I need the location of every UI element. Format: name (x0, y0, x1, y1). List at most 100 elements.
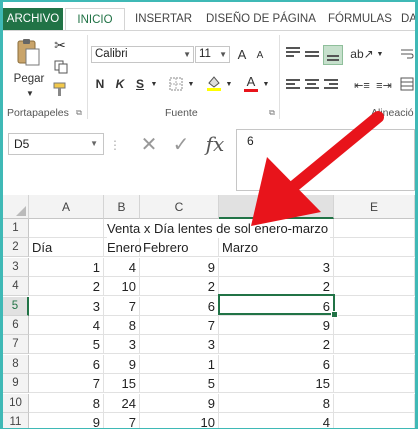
cell-c11[interactable]: 10 (140, 413, 219, 428)
cell-e8[interactable] (334, 354, 415, 374)
grow-font-button[interactable]: A (235, 45, 249, 63)
cell-b4[interactable]: 10 (104, 277, 140, 297)
paste-dropdown-icon[interactable]: ▼ (23, 88, 37, 98)
cell-a3[interactable]: 1 (29, 257, 104, 277)
chevron-down-icon[interactable]: ▼ (261, 79, 271, 89)
wrap-text-icon[interactable] (399, 45, 415, 63)
cell-a9[interactable]: 7 (29, 374, 104, 394)
cell-a5[interactable]: 3 (29, 296, 104, 316)
row-header[interactable]: 2 (3, 238, 29, 258)
align-center-icon[interactable] (305, 77, 319, 93)
paste-icon[interactable] (13, 37, 43, 67)
tab-inicio[interactable]: INICIO (65, 8, 125, 30)
font-name-select[interactable]: Calibri ▼ (91, 46, 194, 63)
cell-d9[interactable]: 15 (219, 374, 334, 394)
cell-d3[interactable]: 3 (219, 257, 334, 277)
tab-formulas[interactable]: FÓRMULAS (328, 10, 392, 28)
tab-diseno-de-pagina[interactable]: DISEÑO DE PÁGINA (206, 10, 316, 28)
cell-c6[interactable]: 7 (140, 316, 219, 335)
row-header[interactable]: 1 (3, 219, 29, 238)
cell-e7[interactable] (334, 335, 415, 355)
font-size-select[interactable]: 11 ▼ (195, 46, 230, 63)
row-header[interactable]: 9 (3, 374, 29, 394)
row-header[interactable]: 4 (3, 277, 29, 297)
title-cell[interactable]: Venta x Día lentes de sol enero-marzo (107, 219, 331, 238)
paste-button[interactable]: Pegar (12, 71, 46, 87)
cell-e3[interactable] (334, 257, 415, 277)
cell-b8[interactable]: 9 (104, 354, 140, 374)
align-left-icon[interactable] (286, 77, 300, 93)
cell-e11[interactable] (334, 413, 415, 428)
cell-b2[interactable]: Enero (104, 238, 142, 258)
shrink-font-button[interactable]: A (253, 47, 267, 63)
chevron-down-icon[interactable]: ▼ (224, 79, 234, 89)
name-box[interactable]: D5 ▼ (8, 133, 104, 155)
cell-e1[interactable] (334, 219, 415, 238)
align-right-icon[interactable] (324, 77, 338, 93)
cell-d8[interactable]: 6 (219, 354, 334, 374)
copy-icon[interactable] (51, 59, 73, 75)
row-header[interactable]: 5 (3, 296, 29, 316)
column-header-d[interactable]: D (219, 195, 334, 219)
column-header-e[interactable]: E (334, 195, 415, 219)
tab-archivo[interactable]: ARCHIVO (3, 8, 63, 30)
borders-icon[interactable] (167, 75, 185, 93)
cell-d7[interactable]: 2 (219, 335, 334, 355)
cell-a6[interactable]: 4 (29, 316, 104, 335)
cell-c3[interactable]: 9 (140, 257, 219, 277)
cell-d2[interactable]: Marzo (219, 238, 334, 258)
row-header[interactable]: 10 (3, 393, 29, 413)
cell-d11[interactable]: 4 (219, 413, 334, 428)
cell-e9[interactable] (334, 374, 415, 394)
cell-b7[interactable]: 3 (104, 335, 140, 355)
cell-c9[interactable]: 5 (140, 374, 219, 394)
cell-a4[interactable]: 2 (29, 277, 104, 297)
column-header-a[interactable]: A (29, 195, 104, 219)
cell-b6[interactable]: 8 (104, 316, 140, 335)
formula-input[interactable]: 6 (236, 129, 415, 191)
insert-function-icon[interactable]: fx (202, 131, 228, 157)
tab-datos[interactable]: DA (401, 10, 415, 28)
cell-c8[interactable]: 1 (140, 354, 219, 374)
column-header-b[interactable]: B (104, 195, 140, 219)
cell-a10[interactable]: 8 (29, 393, 104, 413)
enter-icon[interactable]: ✓ (169, 131, 193, 157)
row-header[interactable]: 3 (3, 257, 29, 277)
chevron-down-icon[interactable]: ▼ (186, 79, 196, 89)
row-header[interactable]: 8 (3, 354, 29, 374)
chevron-down-icon[interactable]: ▼ (375, 49, 385, 59)
cell-b5[interactable]: 7 (104, 296, 140, 316)
font-launcher-icon[interactable]: ⧉ (267, 108, 277, 118)
cell-b11[interactable]: 7 (104, 413, 140, 428)
align-top-icon[interactable] (286, 45, 300, 61)
underline-button[interactable]: S (133, 75, 147, 93)
align-bottom-icon[interactable] (323, 45, 343, 65)
cell-e6[interactable] (334, 316, 415, 335)
tab-insertar[interactable]: INSERTAR (135, 10, 192, 28)
cut-icon[interactable]: ✂ (51, 37, 69, 53)
row-header[interactable]: 6 (3, 316, 29, 335)
cell-c2[interactable]: Febrero (140, 238, 219, 258)
chevron-down-icon[interactable]: ▼ (149, 79, 159, 89)
orientation-icon[interactable]: ab↗ (350, 45, 373, 63)
cell-a8[interactable]: 6 (29, 354, 104, 374)
cancel-icon[interactable]: ✕ (137, 131, 161, 157)
bold-button[interactable]: N (93, 75, 107, 93)
cell-d10[interactable]: 8 (219, 393, 334, 413)
italic-button[interactable]: K (113, 75, 127, 93)
cell-c5[interactable]: 6 (140, 296, 219, 316)
align-middle-icon[interactable] (305, 49, 319, 65)
select-all-corner[interactable] (3, 195, 29, 219)
cell-c4[interactable]: 2 (140, 277, 219, 297)
increase-indent-icon[interactable]: ≡⇥ (375, 77, 393, 93)
font-color-button[interactable]: A (243, 73, 259, 93)
row-header[interactable]: 11 (3, 413, 29, 428)
cell-d6[interactable]: 9 (219, 316, 334, 335)
fill-handle[interactable] (331, 311, 338, 318)
cell-b9[interactable]: 15 (104, 374, 140, 394)
cell-a1[interactable] (29, 219, 104, 238)
cell-e5[interactable] (334, 296, 415, 316)
cell-a11[interactable]: 9 (29, 413, 104, 428)
format-painter-icon[interactable] (51, 81, 69, 97)
cell-e4[interactable] (334, 277, 415, 297)
